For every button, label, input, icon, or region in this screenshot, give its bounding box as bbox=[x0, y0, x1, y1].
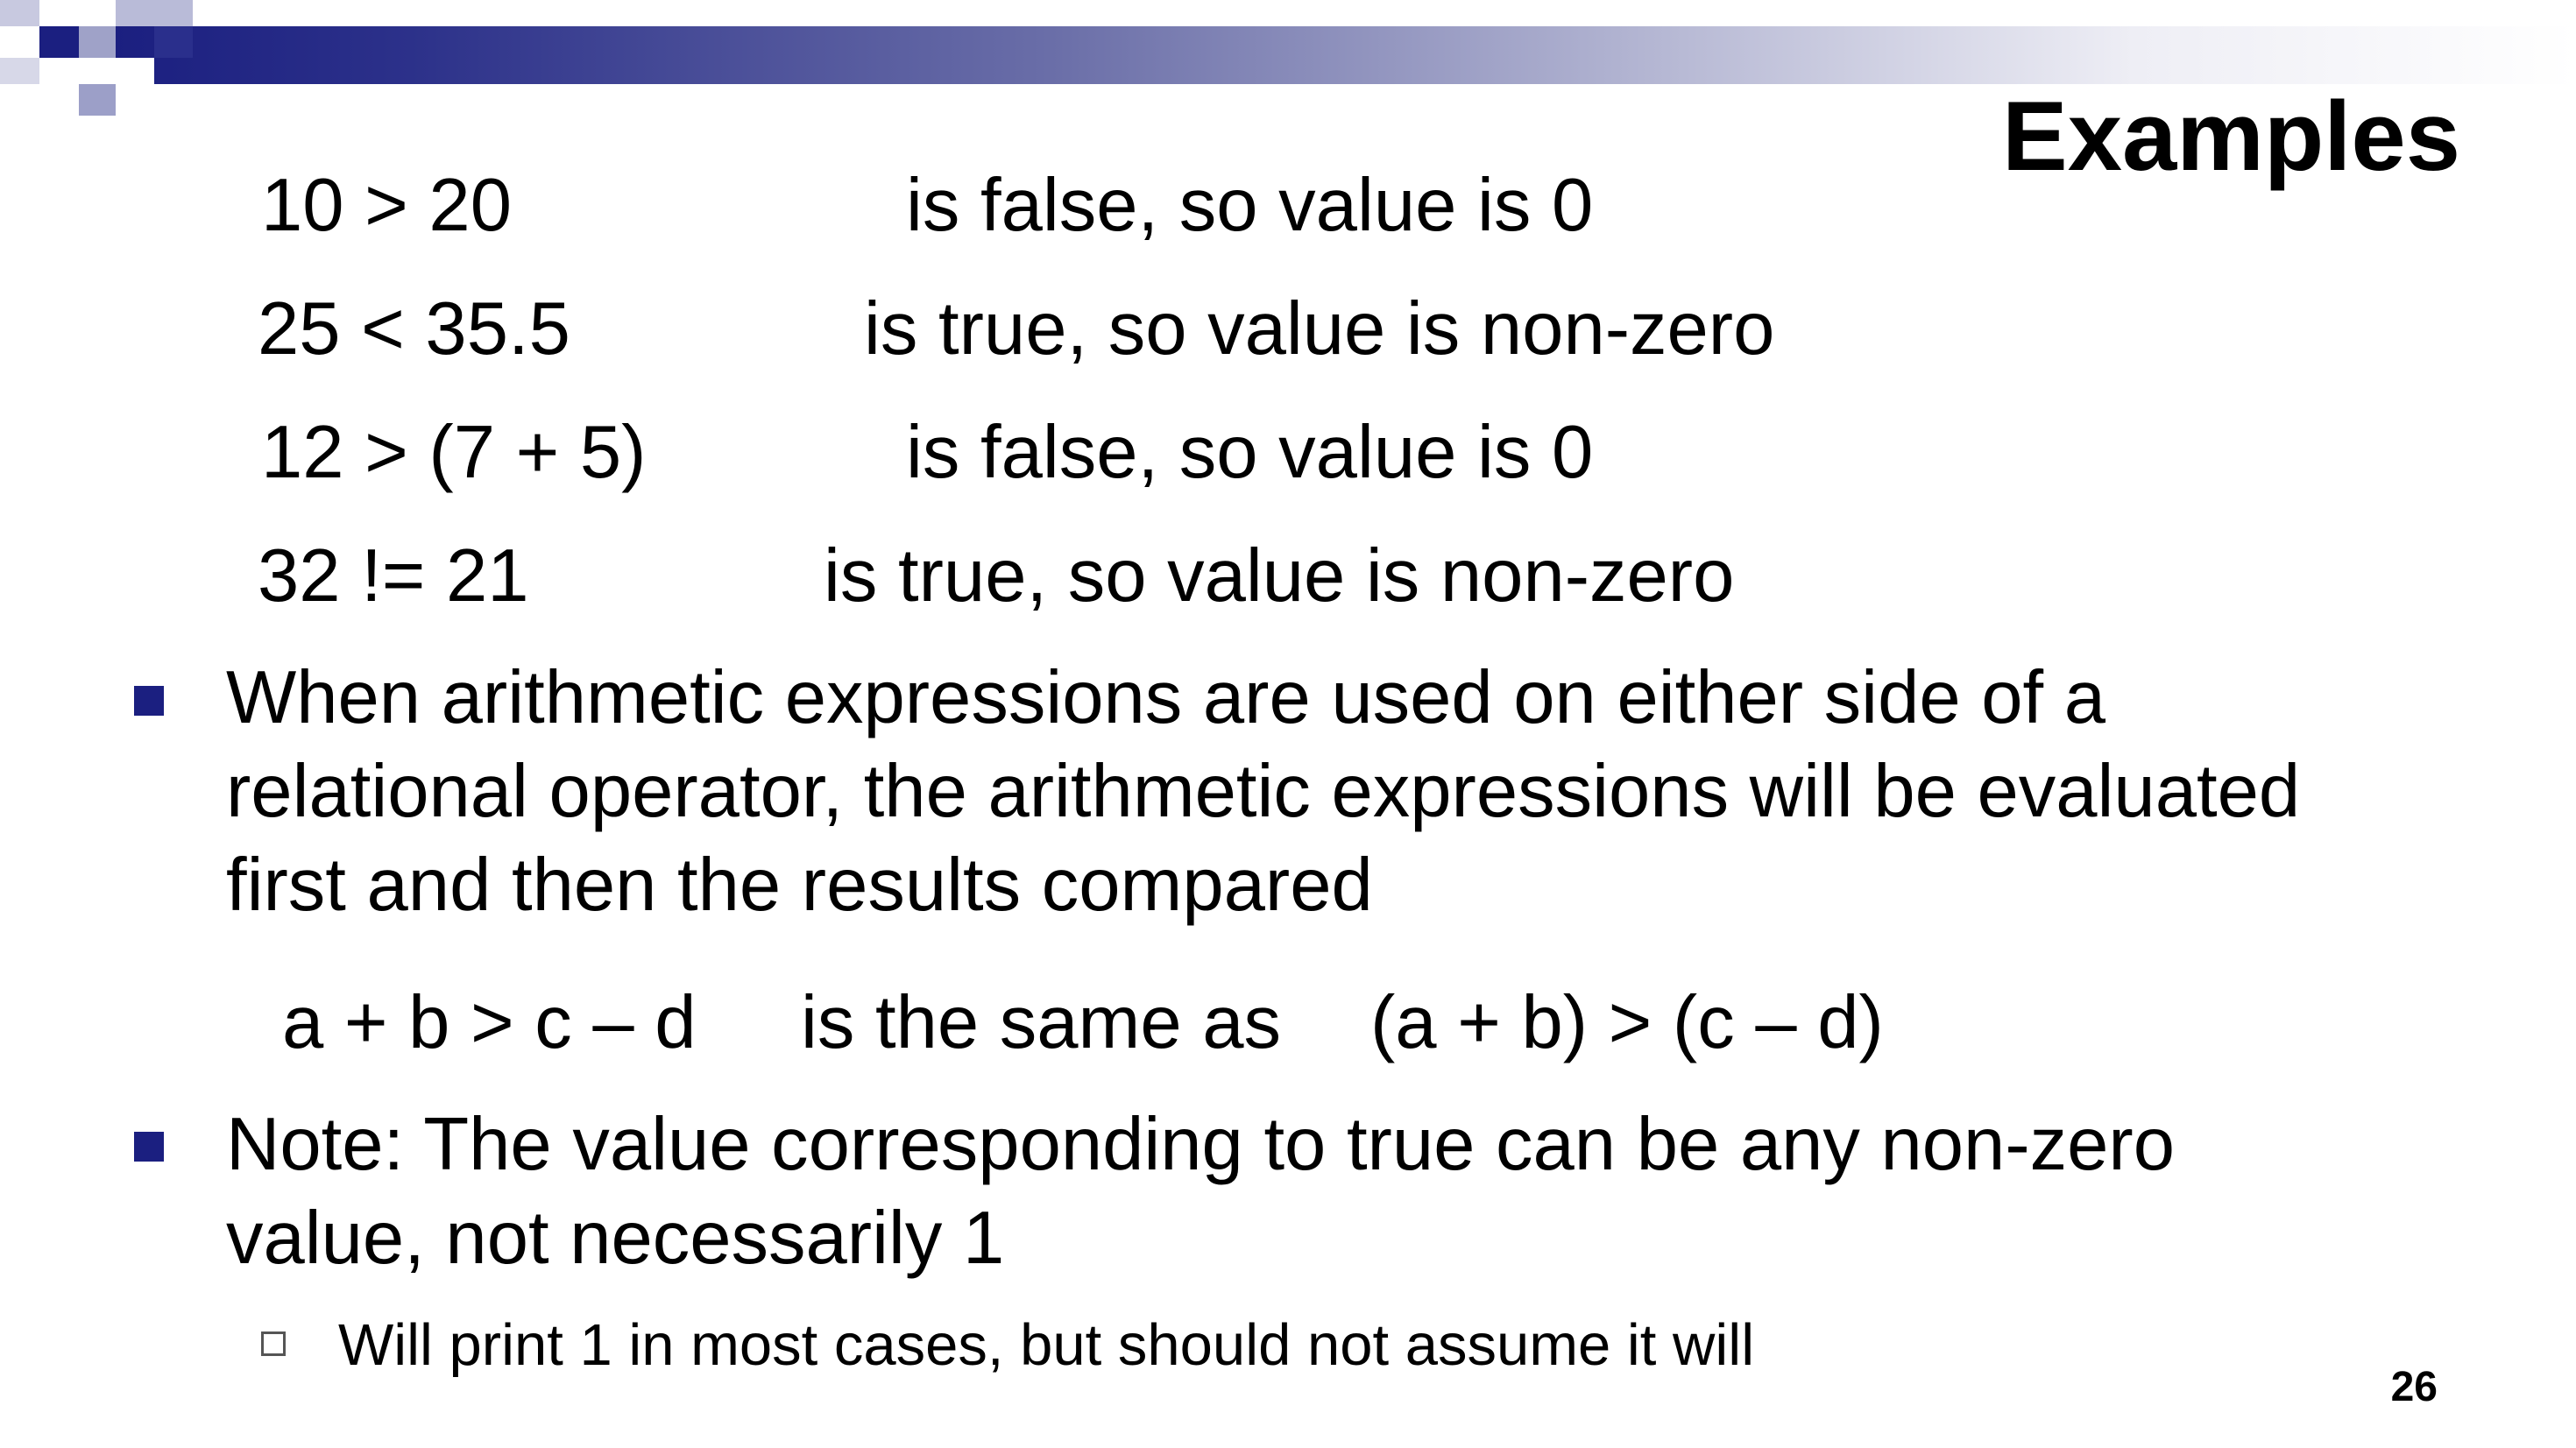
decor-square bbox=[79, 26, 116, 58]
bullet-line: first and then the results compared bbox=[226, 844, 1373, 927]
bullet-line: When arithmetic expressions are used on … bbox=[226, 656, 2106, 739]
example-result: is true, so value is non-zero bbox=[864, 287, 1775, 371]
example-result: is false, so value is 0 bbox=[906, 411, 1594, 494]
decor-square bbox=[116, 58, 154, 84]
example-expression: 10 > 20 bbox=[261, 164, 512, 247]
page-number: 26 bbox=[2390, 1364, 2438, 1410]
example-expression: 32 != 21 bbox=[258, 534, 529, 618]
bullet-paragraph: When arithmetic expressions are used on … bbox=[226, 651, 2487, 932]
decor-square bbox=[79, 84, 116, 116]
sub-bullet-marker bbox=[261, 1331, 286, 1356]
decor-square bbox=[116, 0, 193, 26]
decor-square bbox=[39, 26, 79, 58]
equivalence-middle: is the same as bbox=[801, 981, 1282, 1064]
decor-square bbox=[0, 58, 39, 84]
bullet-line: value, not necessarily 1 bbox=[226, 1197, 1005, 1280]
example-result: is false, so value is 0 bbox=[906, 164, 1594, 247]
header-gradient-bar bbox=[116, 26, 2576, 84]
bullet-line: relational operator, the arithmetic expr… bbox=[226, 750, 2301, 833]
decor-square bbox=[39, 0, 79, 26]
decor-square bbox=[39, 84, 79, 116]
bullet-marker bbox=[134, 1132, 164, 1162]
decor-square bbox=[154, 26, 193, 58]
bullet-paragraph: Note: The value corresponding to true ca… bbox=[226, 1098, 2487, 1285]
equivalence-left: a + b > c – d bbox=[282, 981, 697, 1064]
sub-bullet-text: Will print 1 in most cases, but should n… bbox=[338, 1312, 1755, 1378]
example-result: is true, so value is non-zero bbox=[824, 534, 1735, 618]
slide-title: Examples bbox=[2002, 81, 2460, 191]
decor-square bbox=[0, 0, 39, 26]
example-expression: 25 < 35.5 bbox=[258, 287, 570, 371]
decor-square bbox=[79, 58, 116, 84]
example-expression: 12 > (7 + 5) bbox=[261, 411, 647, 494]
equivalence-right: (a + b) > (c – d) bbox=[1370, 981, 1884, 1064]
bullet-line: Note: The value corresponding to true ca… bbox=[226, 1103, 2175, 1186]
decor-square bbox=[0, 26, 39, 58]
bullet-marker bbox=[134, 686, 164, 716]
